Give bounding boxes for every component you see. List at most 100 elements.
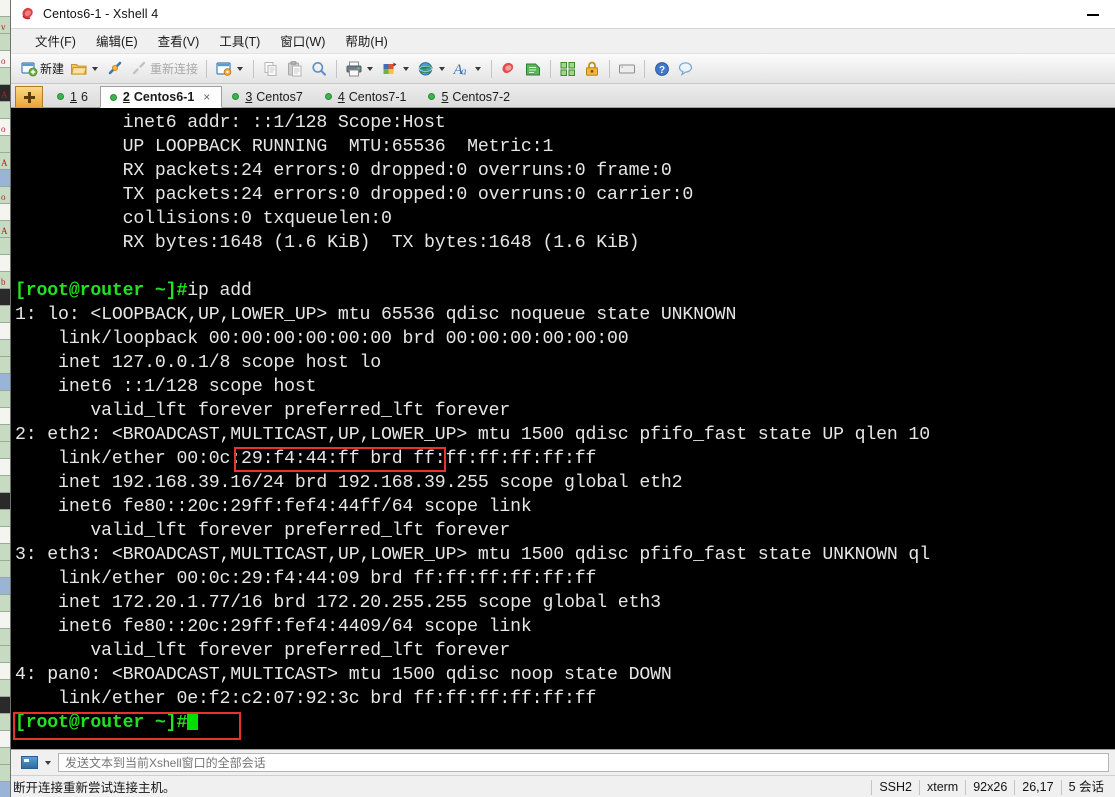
toolbar-separator [206,59,208,78]
tab-status-dot-icon [232,93,240,100]
terminal-line: valid_lft forever preferred_lft forever [11,399,1115,423]
menu-file[interactable]: 文件(F) [25,29,86,53]
tab-label: Centos7-1 [348,89,407,104]
terminal-line: 4: pan0: <BROADCAST,MULTICAST> mtu 1500 … [11,663,1115,687]
xshell-logo-icon [20,6,36,22]
tab-label: 6 [80,89,88,104]
copy-button[interactable] [259,57,283,81]
terminal-line: valid_lft forever preferred_lft forever [11,519,1115,543]
print-button[interactable] [342,57,378,81]
globe-dropdown-caret[interactable] [439,66,446,71]
terminal-line: TX packets:24 errors:0 dropped:0 overrun… [11,183,1115,207]
tab-index: 2 [122,90,130,104]
open-session-dropdown-caret[interactable] [92,66,99,71]
color-scheme-button[interactable] [378,57,414,81]
terminal-text: link/ether 00:0c:29:f4:44:09 brd ff:ff:f… [15,569,597,589]
tab-close-icon[interactable]: × [203,91,210,103]
shell-prompt: [root@router ~]# [15,713,188,733]
paste-button[interactable] [283,57,307,81]
new-session-icon [20,60,38,78]
menu-tools[interactable]: 工具(T) [209,29,270,53]
window-title: Centos6-1 - Xshell 4 [43,7,159,21]
terminal-line: [root@router ~]#ip add [11,279,1115,303]
help-icon: ? [653,60,671,78]
tab-5-centos7-2[interactable]: 5 Centos7-2 [418,85,522,107]
tab-3-centos7[interactable]: 3 Centos7 [222,85,315,107]
tab-4-centos7-1[interactable]: 4 Centos7-1 [315,85,419,107]
disconnect-icon [130,60,148,78]
keyboard-button[interactable] [615,57,639,81]
session-manager-icon [215,60,233,78]
terminal-text: TX packets:24 errors:0 dropped:0 overrun… [15,185,694,205]
xftp-button[interactable] [521,57,545,81]
terminal-text: link/loopback 00:00:00:00:00:00 brd 00:0… [15,329,629,349]
menu-edit[interactable]: 编辑(E) [86,29,148,53]
minimize-button[interactable] [1070,0,1115,29]
lock-icon [583,60,601,78]
terminal-line: 3: eth3: <BROADCAST,MULTICAST,UP,LOWER_U… [11,543,1115,567]
find-button[interactable] [307,57,331,81]
new-session-button[interactable]: 新建 [17,57,67,81]
tab-label: Centos7 [256,89,303,104]
xshell-button[interactable] [497,57,521,81]
terminal-text: ip add [187,281,252,301]
fullscreen-button[interactable] [556,57,580,81]
tab-index: 3 [245,89,253,104]
open-session-button[interactable] [67,57,103,81]
tab-label: Centos7-2 [452,89,511,104]
globe-button[interactable] [414,57,450,81]
menu-help[interactable]: 帮助(H) [335,29,397,53]
tab-status-dot-icon [324,93,332,100]
disconnect-button[interactable]: 重新连接 [127,57,201,81]
font-dropdown-caret[interactable] [475,66,482,71]
color-scheme-dropdown-caret[interactable] [403,66,410,71]
chat-button[interactable] [674,57,698,81]
tab-2-centos6-1[interactable]: 2 Centos6-1 × [99,86,223,108]
toolbar-separator [491,59,493,78]
tab-status-dot-icon [57,93,64,100]
terminal-line: 2: eth2: <BROADCAST,MULTICAST,UP,LOWER_U… [11,423,1115,447]
terminal-text: valid_lft forever preferred_lft forever [15,401,511,421]
tab-1-6[interactable]: 16 [47,85,100,107]
terminal-line: inet6 addr: ::1/128 Scope:Host [11,111,1115,135]
color-scheme-icon [381,60,399,78]
lock-button[interactable] [580,57,604,81]
globe-icon [417,60,435,78]
xshell-application-window: voAoAoAb Centos6-1 - Xshell 4 文件(F) 编辑(E)… [0,0,1115,797]
connect-button[interactable] [103,57,127,81]
terminal-text: collisions:0 txqueuelen:0 [15,209,392,229]
terminal-screen[interactable]: inet6 addr: ::1/128 Scope:Host UP LOOPBA… [11,108,1115,749]
status-cells: SSH2 xterm 92x26 26,17 5 会话 [871,776,1111,797]
print-icon [345,60,363,78]
terminal-text: valid_lft forever preferred_lft forever [15,521,511,541]
menu-window[interactable]: 窗口(W) [270,29,335,53]
tab-status-dot-icon [428,93,436,100]
keyboard-icon [618,60,636,78]
status-terminal-type: xterm [918,779,965,795]
terminal-text: link/ether 00:0c:29:f4:44:ff brd ff:ff:f… [15,449,597,469]
status-cursor-pos: 26,17 [1014,779,1060,795]
menu-view[interactable]: 查看(V) [148,29,210,53]
terminal-text: valid_lft forever preferred_lft forever [15,641,511,661]
help-button[interactable]: ? [650,57,674,81]
title-bar: Centos6-1 - Xshell 4 [11,0,1115,29]
tab-index: 1 [70,89,77,104]
menu-bar: 文件(F) 编辑(E) 查看(V) 工具(T) 窗口(W) 帮助(H) [11,29,1115,54]
terminal-text: 4: pan0: <BROADCAST,MULTICAST> mtu 1500 … [15,665,672,685]
send-text-input[interactable] [58,753,1109,772]
font-button[interactable]: A a [450,57,486,81]
connect-icon [106,60,124,78]
main-window: Centos6-1 - Xshell 4 文件(F) 编辑(E) 查看(V) 工具(T… [10,0,1115,797]
terminal-text: inet 172.20.1.77/16 brd 172.20.255.255 s… [15,593,661,613]
status-bar: 断开连接重新尝试连接主机。 SSH2 xterm 92x26 26,17 5 会话 [11,775,1115,797]
terminal-text: inet6 fe80::20c:29ff:fef4:4409/64 scope … [15,617,532,637]
terminal-text: 3: eth3: <BROADCAST,MULTICAST,UP,LOWER_U… [15,545,930,565]
terminal-line: UP LOOPBACK RUNNING MTU:65536 Metric:1 [11,135,1115,159]
print-dropdown-caret[interactable] [367,66,374,71]
session-manager-dropdown-caret[interactable] [237,66,244,71]
new-tab-button[interactable] [15,86,43,107]
session-manager-button[interactable] [212,57,248,81]
send-target-button[interactable] [17,753,41,773]
terminal-text: inet6 fe80::20c:29ff:fef4:44ff/64 scope … [15,497,532,517]
send-target-dropdown-caret[interactable] [45,760,51,765]
